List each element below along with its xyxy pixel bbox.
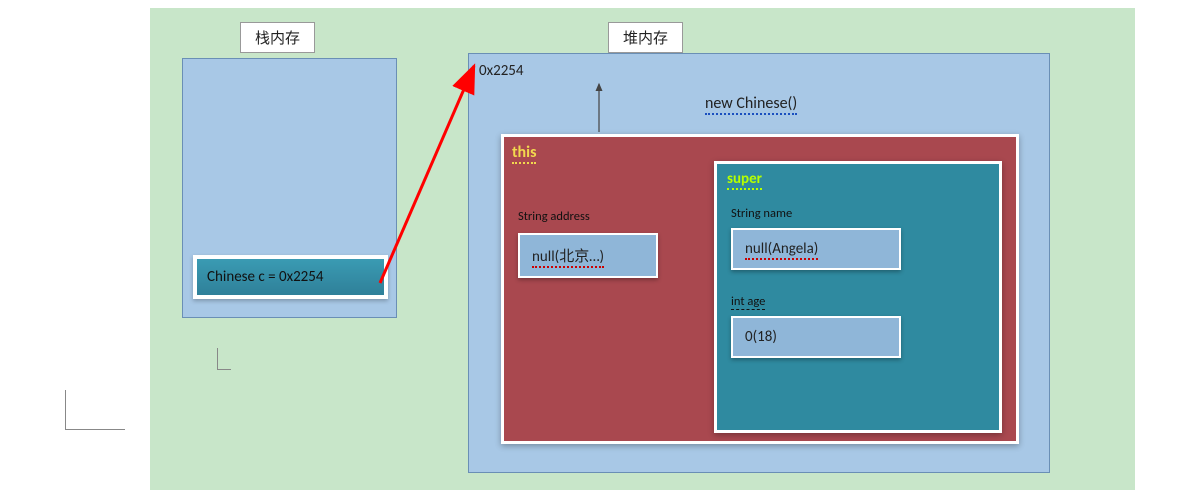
field-address-label: String address [518,209,590,224]
heap-address: 0x2254 [479,62,524,80]
super-object-box: super String name null(Angela) int age 0… [714,161,1002,433]
corner-mark-icon [65,390,125,430]
stack-variable-text: Chinese c = 0x2254 [207,268,324,286]
constructor-call: new Chinese() [705,94,797,113]
field-name-label: String name [731,206,792,221]
field-age-value: 0(18) [731,316,901,358]
diagram-canvas: 栈内存 堆内存 Chinese c = 0x2254 0x2254 new Ch… [150,8,1135,490]
this-keyword: this [512,143,536,164]
heap-title: 堆内存 [608,22,683,53]
super-keyword: super [727,170,762,190]
stack-variable: Chinese c = 0x2254 [193,255,388,299]
field-age-label: int age [731,294,765,310]
heap-memory-box: 0x2254 new Chinese() this String address… [468,53,1050,473]
field-address-value: null(北京…) [518,233,658,278]
stack-memory-box: Chinese c = 0x2254 [182,58,397,318]
field-name-value: null(Angela) [731,228,901,270]
constructor-call-text: new Chinese() [705,94,797,115]
this-object-box: this String address null(北京…) super Stri… [501,134,1019,444]
corner-mark-icon-2 [217,348,231,370]
stack-title: 栈内存 [240,22,315,53]
